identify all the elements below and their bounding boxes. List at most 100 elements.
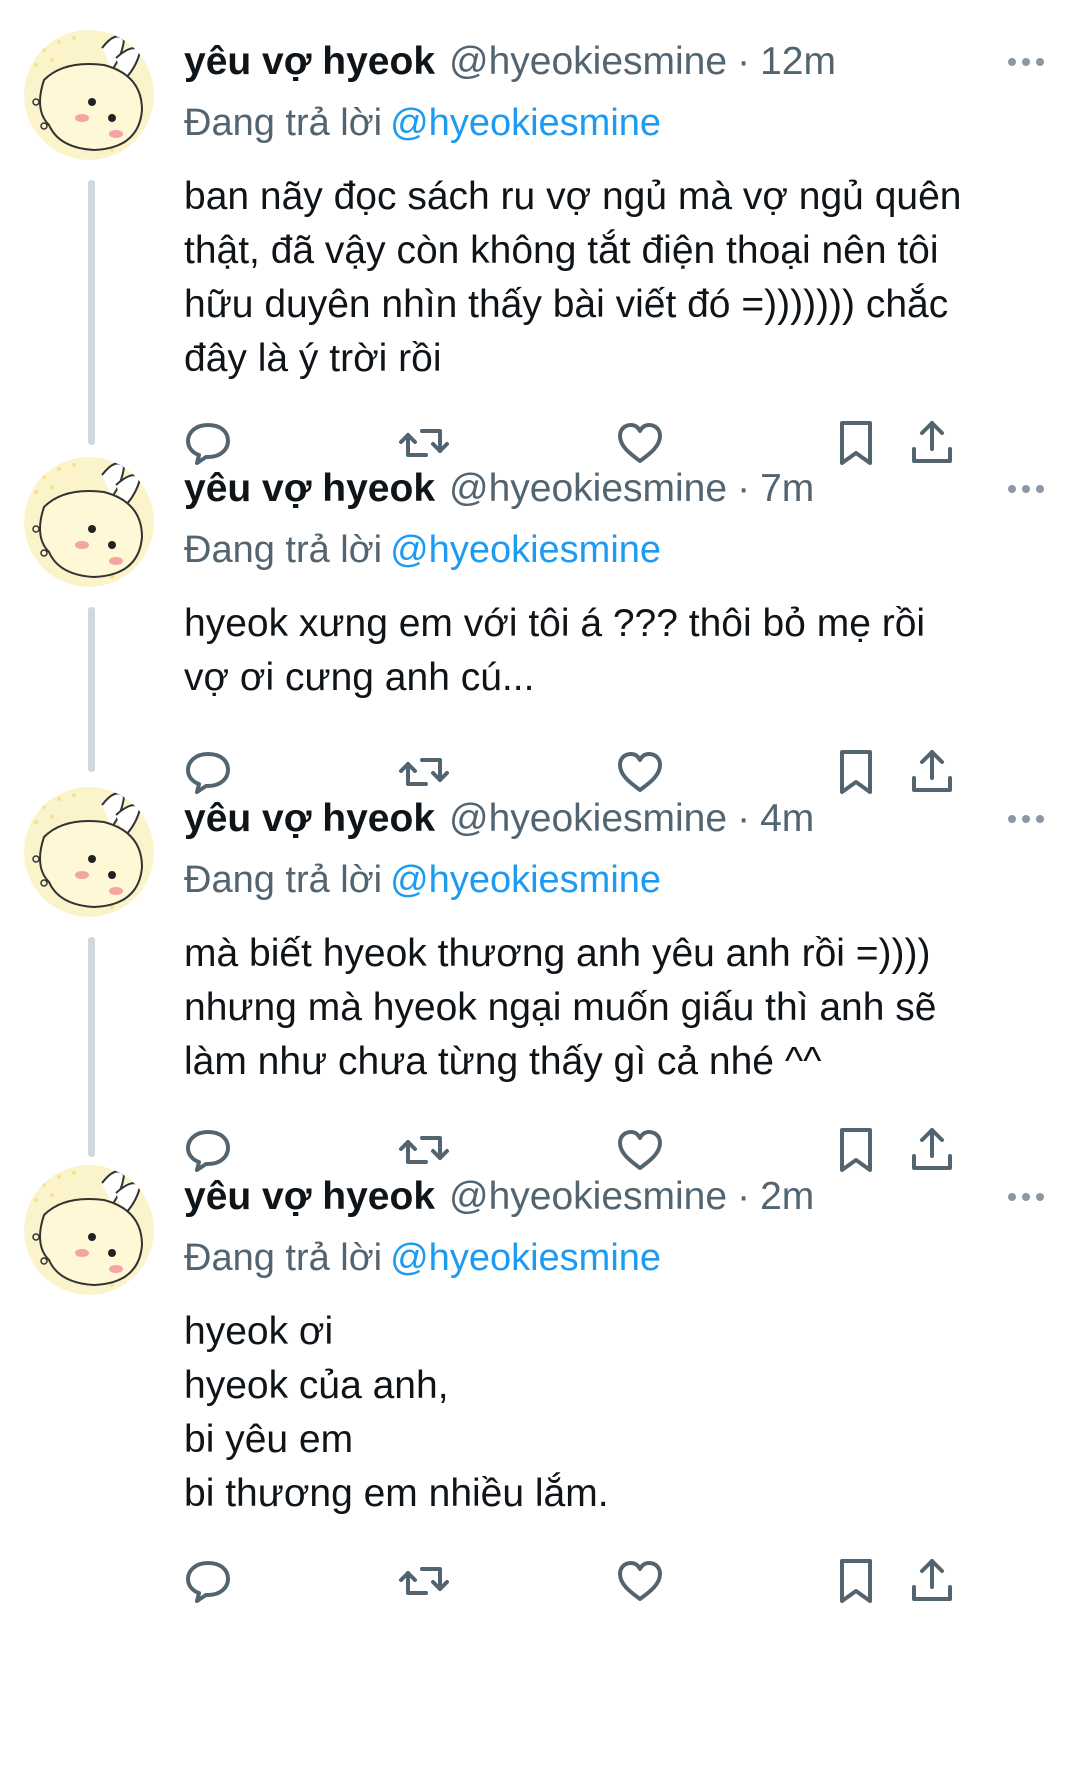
heart-icon <box>618 1130 662 1170</box>
bunny-avatar-icon <box>24 457 154 587</box>
tweet-header: yêu vợ hyeok @hyeokiesmine · 2m <box>184 1175 814 1231</box>
reply-mention-link[interactable]: @hyeokiesmine <box>390 529 661 571</box>
retweet-button[interactable] <box>396 1122 452 1178</box>
like-button[interactable] <box>612 1122 668 1178</box>
reply-button[interactable] <box>180 415 236 471</box>
replying-to: Đang trả lời @hyeokiesmine <box>184 529 661 572</box>
reply-icon <box>186 423 230 465</box>
retweet-button[interactable] <box>396 415 452 471</box>
bunny-avatar-icon <box>24 1165 154 1295</box>
replying-to-label: Đang trả lời <box>184 1237 383 1279</box>
retweet-icon <box>399 758 449 786</box>
more-horizontal-icon <box>1008 1193 1044 1201</box>
tweet-text: mà biết hyeok thương anh yêu anh rồi =))… <box>184 927 1064 1089</box>
avatar[interactable] <box>24 30 154 160</box>
bookmark-button[interactable] <box>828 1553 884 1609</box>
bookmark-icon <box>840 1559 872 1603</box>
tweet-header: yêu vợ hyeok @hyeokiesmine · 4m <box>184 797 814 853</box>
reply-button[interactable] <box>180 1122 236 1178</box>
more-horizontal-icon <box>1008 58 1044 66</box>
timestamp[interactable]: 7m <box>760 467 814 511</box>
share-button[interactable] <box>904 1122 960 1178</box>
more-button[interactable] <box>1006 54 1046 70</box>
reply-icon <box>186 1130 230 1172</box>
retweet-icon <box>399 1567 449 1595</box>
like-button[interactable] <box>612 1553 668 1609</box>
bookmark-icon <box>840 1128 872 1172</box>
reply-button[interactable] <box>180 744 236 800</box>
tweet-text-line: thật, đã vậy còn không tắt điện thoại nê… <box>184 229 939 272</box>
more-button[interactable] <box>1006 811 1046 827</box>
timestamp[interactable]: 4m <box>760 797 814 841</box>
tweet-text-line: hyeok xưng em với tôi á ??? thôi bỏ mẹ r… <box>184 602 926 645</box>
reply-mention-link[interactable]: @hyeokiesmine <box>390 102 661 144</box>
more-button[interactable] <box>1006 1189 1046 1205</box>
heart-icon <box>618 1561 662 1601</box>
separator-dot: · <box>737 1175 751 1218</box>
user-handle[interactable]: @hyeokiesmine <box>449 1175 727 1219</box>
replying-to: Đang trả lời @hyeokiesmine <box>184 859 661 902</box>
separator-dot: · <box>737 467 751 510</box>
share-icon <box>912 1128 952 1170</box>
more-horizontal-icon <box>1008 485 1044 493</box>
share-button[interactable] <box>904 1553 960 1609</box>
bookmark-button[interactable] <box>828 744 884 800</box>
reply-button[interactable] <box>180 1553 236 1609</box>
user-handle[interactable]: @hyeokiesmine <box>449 467 727 511</box>
heart-icon <box>618 423 662 463</box>
user-handle[interactable]: @hyeokiesmine <box>449 40 727 84</box>
reply-icon <box>186 1561 230 1603</box>
bunny-avatar-icon <box>24 787 154 917</box>
share-button[interactable] <box>904 415 960 471</box>
tweet-text-line: hữu duyên nhìn thấy bài viết đó =)))))))… <box>184 283 949 326</box>
user-handle[interactable]: @hyeokiesmine <box>449 797 727 841</box>
share-icon <box>912 1559 952 1601</box>
reply-mention-link[interactable]: @hyeokiesmine <box>390 859 661 901</box>
avatar[interactable] <box>24 787 154 917</box>
timestamp[interactable]: 2m <box>760 1175 814 1219</box>
tweet-text-line: hyeok của anh, <box>184 1364 449 1407</box>
replying-to-label: Đang trả lời <box>184 529 383 571</box>
separator-dot: · <box>737 797 751 840</box>
bunny-avatar-icon <box>24 30 154 160</box>
tweet-text-line: đây là ý trời rồi <box>184 337 442 380</box>
tweet-header: yêu vợ hyeok @hyeokiesmine · 7m <box>184 467 814 523</box>
tweet-text-line: vợ ơi cưng anh cú... <box>184 656 535 699</box>
avatar[interactable] <box>24 1165 154 1295</box>
bookmark-button[interactable] <box>828 415 884 471</box>
replying-to-label: Đang trả lời <box>184 859 383 901</box>
display-name[interactable]: yêu vợ hyeok <box>184 1175 435 1219</box>
retweet-icon <box>399 1136 449 1164</box>
bookmark-button[interactable] <box>828 1122 884 1178</box>
thread-line <box>88 180 95 445</box>
share-icon <box>912 421 952 463</box>
retweet-button[interactable] <box>396 1553 452 1609</box>
retweet-button[interactable] <box>396 744 452 800</box>
tweet-text-line: bi yêu em <box>184 1418 354 1461</box>
tweet-text: hyeok xưng em với tôi á ??? thôi bỏ mẹ r… <box>184 597 1064 705</box>
more-button[interactable] <box>1006 481 1046 497</box>
action-bar <box>0 415 1080 475</box>
tweet-text: ban nãy đọc sách ru vợ ngủ mà vợ ngủ quê… <box>184 170 1064 386</box>
separator-dot: · <box>737 40 751 83</box>
tweet-text-line: làm như chưa từng thấy gì cả nhé ^^ <box>184 1040 822 1083</box>
tweet-text-line: nhưng mà hyeok ngại muốn giấu thì anh sẽ <box>184 986 937 1029</box>
tweet-text-line: ban nãy đọc sách ru vợ ngủ mà vợ ngủ quê… <box>184 175 962 218</box>
share-button[interactable] <box>904 744 960 800</box>
timestamp[interactable]: 12m <box>760 40 836 84</box>
avatar[interactable] <box>24 457 154 587</box>
tweet-header: yêu vợ hyeok @hyeokiesmine · 12m <box>184 40 836 96</box>
reply-mention-link[interactable]: @hyeokiesmine <box>390 1237 661 1279</box>
action-bar <box>0 1122 1080 1182</box>
display-name[interactable]: yêu vợ hyeok <box>184 797 435 841</box>
bookmark-icon <box>840 421 872 465</box>
like-button[interactable] <box>612 415 668 471</box>
heart-icon <box>618 752 662 792</box>
action-bar <box>0 744 1080 804</box>
display-name[interactable]: yêu vợ hyeok <box>184 40 435 84</box>
bookmark-icon <box>840 750 872 794</box>
more-horizontal-icon <box>1008 815 1044 823</box>
like-button[interactable] <box>612 744 668 800</box>
display-name[interactable]: yêu vợ hyeok <box>184 467 435 511</box>
share-icon <box>912 750 952 792</box>
